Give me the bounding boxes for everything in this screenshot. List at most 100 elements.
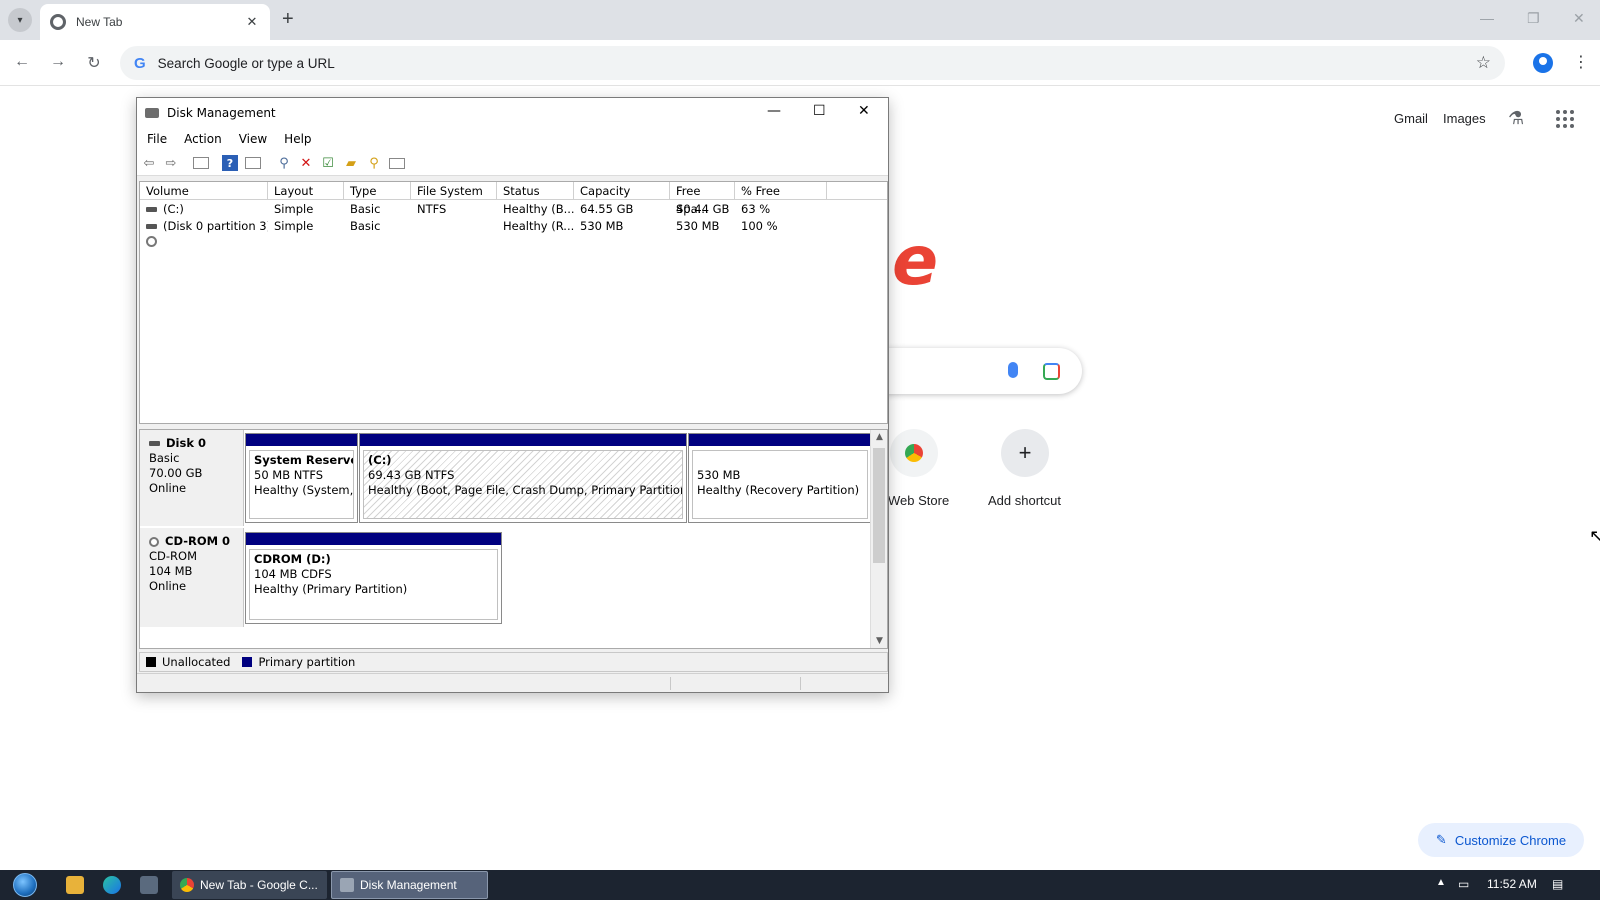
disk0-size: 70.00 GB (149, 466, 203, 480)
dm-close-icon[interactable]: ✕ (858, 103, 870, 119)
taskbar-clock[interactable]: 11:52 AM (1487, 877, 1537, 891)
vol-cell-capacity: 530 MB (580, 219, 624, 233)
tab-close-icon[interactable]: ✕ (244, 14, 260, 30)
shortcut-webstore-icon[interactable] (890, 429, 938, 477)
dm-minimize-icon[interactable]: — (767, 103, 781, 119)
store-icon[interactable] (140, 876, 158, 894)
edge-icon[interactable] (103, 876, 121, 894)
dm-maximize-icon[interactable]: ☐ (813, 103, 826, 119)
volume-disk-icon (146, 224, 157, 229)
forward-icon[interactable]: ⇨ (163, 155, 179, 171)
col-status[interactable]: Status (497, 182, 574, 200)
new-tab-button[interactable]: + (282, 9, 294, 29)
file-explorer-icon[interactable] (66, 876, 84, 894)
properties-pane-icon[interactable] (245, 157, 261, 169)
start-button[interactable] (7, 871, 43, 899)
vol-cell-layout: Simple (274, 219, 314, 233)
plus-icon: + (1018, 440, 1032, 465)
partition-status: Healthy (Boot, Page File, Crash Dump, Pr… (368, 483, 683, 497)
delete-icon[interactable]: ✕ (298, 155, 314, 171)
tab-search-chevron-icon[interactable]: ▾ (8, 8, 32, 32)
connect-icon[interactable]: ⚲ (276, 155, 292, 171)
scroll-down-arrow-icon[interactable]: ▼ (871, 636, 888, 646)
partition-legend: Unallocated Primary partition (139, 652, 888, 672)
network-icon[interactable]: ▭ (1458, 877, 1469, 891)
partition-c[interactable]: (C:) 69.43 GB NTFS Healthy (Boot, Page F… (359, 433, 687, 523)
tab-new-tab[interactable]: New Tab ✕ (40, 4, 270, 40)
disk-view-scrollbar[interactable]: ▲ ▼ (870, 430, 887, 648)
shortcut-webstore-label[interactable]: Web Store (888, 493, 949, 508)
scroll-thumb[interactable] (873, 448, 885, 563)
table-row[interactable]: (Disk 0 partition 3) Simple Basic Health… (140, 218, 887, 235)
google-lens-icon[interactable] (1043, 363, 1060, 380)
cdrom0-kind: CD-ROM (149, 549, 197, 563)
menu-file[interactable]: File (147, 132, 167, 146)
address-placeholder[interactable]: Search Google or type a URL (158, 56, 1476, 71)
col-free-space[interactable]: Free Spa... (670, 182, 735, 216)
dm-menubar: File Action View Help (137, 128, 888, 150)
bookmark-star-icon[interactable]: ☆ (1476, 53, 1491, 73)
images-link[interactable]: Images (1443, 111, 1486, 126)
labs-flask-icon[interactable]: ⚗ (1508, 108, 1524, 129)
customize-chrome-button[interactable]: ✎ Customize Chrome (1418, 823, 1584, 857)
settings-panel-icon[interactable] (389, 158, 405, 169)
menu-help[interactable]: Help (284, 132, 311, 146)
window-close-icon[interactable]: ✕ (1573, 10, 1585, 27)
help-icon[interactable]: ? (222, 155, 238, 171)
reload-icon[interactable]: ↻ (84, 53, 104, 73)
partition-name: System Reserved (254, 453, 353, 467)
table-row[interactable]: (C:) Simple Basic NTFS Healthy (B... 64.… (140, 201, 887, 218)
browser-toolbar: ← → ↻ G Search Google or type a URL ☆ ⋮ (0, 40, 1600, 86)
console-tree-icon[interactable] (193, 157, 209, 169)
back-icon[interactable]: ⇦ (141, 155, 157, 171)
restore-icon[interactable]: ❐ (1527, 10, 1540, 27)
col-percent-free[interactable]: % Free (735, 182, 827, 200)
legend-unallocated: Unallocated (162, 655, 231, 669)
add-shortcut-label[interactable]: Add shortcut (988, 493, 1061, 508)
tab-title: New Tab (76, 15, 123, 29)
partition-detail: 104 MB CDFS (254, 567, 332, 581)
disk0-label[interactable]: Disk 0 Basic 70.00 GB Online (140, 430, 244, 526)
address-bar[interactable]: G Search Google or type a URL ☆ (120, 46, 1505, 80)
google-logo-fragment: e (892, 222, 939, 301)
disk0-state: Online (149, 481, 187, 495)
minimize-icon[interactable]: — (1480, 10, 1494, 26)
col-type[interactable]: Type (344, 182, 411, 200)
col-capacity[interactable]: Capacity (574, 182, 670, 200)
vol-cell-fs: NTFS (417, 202, 447, 216)
cdrom-volume-icon[interactable] (146, 236, 157, 247)
search-folder-icon[interactable]: ⚲ (366, 155, 382, 171)
partition-cdrom-d[interactable]: CDROM (D:) 104 MB CDFS Healthy (Primary … (245, 532, 502, 624)
menu-view[interactable]: View (239, 132, 267, 146)
action-center-icon[interactable]: ▤ (1552, 877, 1563, 891)
vol-cell-type: Basic (350, 202, 381, 216)
primary-partition-swatch (242, 657, 253, 667)
profile-avatar-icon[interactable] (1533, 53, 1553, 73)
taskbar-chrome-task[interactable]: New Tab - Google C... (172, 871, 327, 899)
new-folder-icon[interactable]: ▰ (343, 155, 359, 171)
partition-recovery[interactable]: 530 MB Healthy (Recovery Partition) (688, 433, 872, 523)
add-shortcut-button[interactable]: + (1001, 429, 1049, 477)
taskbar: New Tab - Google C... Disk Management ▲ … (0, 870, 1600, 900)
checklist-icon[interactable]: ☑ (320, 155, 336, 171)
taskbar-disk-label: Disk Management (360, 878, 457, 892)
scroll-up-arrow-icon[interactable]: ▲ (871, 432, 888, 442)
menu-action[interactable]: Action (184, 132, 222, 146)
taskbar-disk-management-task[interactable]: Disk Management (331, 871, 488, 899)
forward-arrow-icon[interactable]: → (48, 53, 68, 71)
cdrom0-label[interactable]: CD-ROM 0 CD-ROM 104 MB Online (140, 528, 244, 627)
voice-search-mic-icon[interactable] (1008, 362, 1018, 378)
chrome-menu-icon[interactable]: ⋮ (1573, 52, 1589, 72)
partition-system-reserved[interactable]: System Reserved 50 MB NTFS Healthy (Syst… (245, 433, 358, 523)
volume-list-header: Volume Layout Type File System Status Ca… (140, 182, 887, 216)
back-arrow-icon[interactable]: ← (12, 53, 32, 71)
google-apps-icon[interactable] (1556, 110, 1574, 128)
cdrom0-size: 104 MB (149, 564, 193, 578)
tray-expand-icon[interactable]: ▲ (1436, 877, 1446, 888)
vol-cell-capacity: 64.55 GB (580, 202, 634, 216)
chrome-icon (180, 878, 194, 892)
col-volume[interactable]: Volume (140, 182, 268, 200)
gmail-link[interactable]: Gmail (1394, 111, 1428, 126)
col-layout[interactable]: Layout (268, 182, 344, 200)
col-file-system[interactable]: File System (411, 182, 497, 200)
